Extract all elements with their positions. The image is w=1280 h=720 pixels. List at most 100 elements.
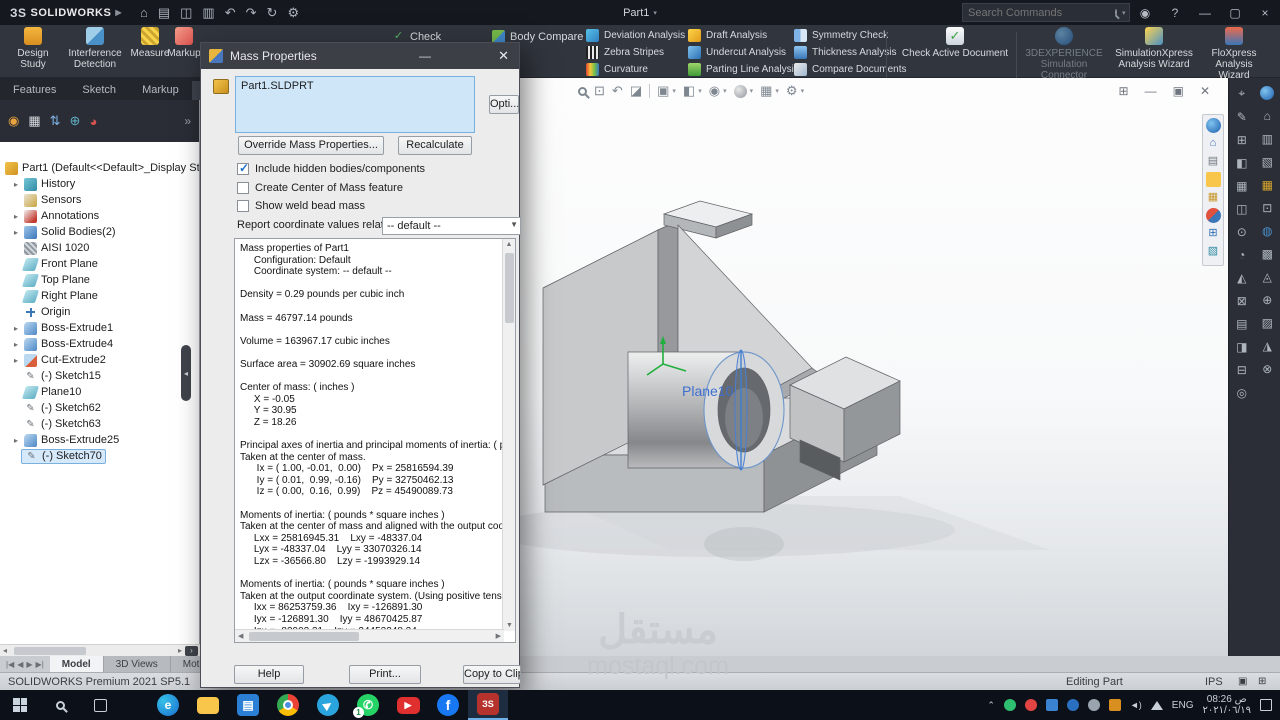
expander-icon[interactable]: ▸ [14, 228, 24, 237]
tree-item-boss-extrude4[interactable]: ▸Boss-Extrude4 [0, 336, 199, 352]
expander-icon[interactable]: ▸ [14, 180, 24, 189]
zebra-stripes-button[interactable]: Zebra Stripes [586, 45, 664, 60]
tree-item-right-plane[interactable]: Right Plane [0, 288, 199, 304]
tray-cloud-icon[interactable] [1088, 699, 1100, 711]
checkbox-include-hidden-bodies[interactable]: Include hidden bodies/components [237, 163, 425, 175]
tray-icon[interactable] [1109, 699, 1121, 711]
dialog-titlebar[interactable]: Mass Properties — ✕ [201, 43, 519, 69]
status-icon[interactable]: ▣ [1238, 676, 1247, 687]
collapse-panel-icon[interactable]: › [185, 646, 198, 656]
checkbox-create-com-feature[interactable]: Create Center of Mass feature [237, 182, 403, 194]
tree-item-sketch15[interactable]: (-) Sketch15 [0, 368, 199, 384]
scrollbar-thumb[interactable] [14, 647, 86, 655]
checkbox-icon[interactable] [237, 163, 249, 175]
tree-root[interactable]: Part1 (Default<<Default>_Display St... [0, 160, 199, 176]
scroll-left-icon[interactable]: ◀ [238, 632, 243, 640]
tree-item-boss-extrude1[interactable]: ▸Boss-Extrude1 [0, 320, 199, 336]
right-toolbar-icon[interactable]: ▧ [1262, 155, 1273, 169]
login-icon[interactable]: ◉ [1130, 6, 1160, 20]
tab-markup[interactable]: Markup [129, 81, 192, 100]
maximize-icon[interactable]: ▢ [1220, 6, 1250, 20]
appearances-icon[interactable] [1206, 208, 1221, 223]
close-icon[interactable]: × [1250, 6, 1280, 20]
display-manager-tab-icon[interactable]: ◕ [89, 114, 97, 129]
tab-3d-views[interactable]: 3D Views [104, 656, 171, 672]
right-toolbar-icon[interactable]: ⊞ [1237, 133, 1247, 147]
tree-item-top-plane[interactable]: Top Plane [0, 272, 199, 288]
checkbox-icon[interactable] [237, 182, 249, 194]
checkbox-show-weld-bead[interactable]: Show weld bead mass [237, 200, 365, 212]
right-toolbar-icon[interactable]: ◔ [1238, 248, 1245, 262]
3dexperience-connector-button[interactable]: 3DEXPERIENCE Simulation Connector [1022, 27, 1106, 81]
interference-detection-button[interactable]: Interference Detection [64, 27, 126, 70]
right-toolbar-icon[interactable]: ◨ [1236, 340, 1247, 354]
design-study-button[interactable]: Design Study [6, 27, 60, 70]
expander-icon[interactable]: ▸ [14, 436, 24, 445]
tray-icon[interactable] [1004, 699, 1016, 711]
tree-item-sketch70[interactable]: (-) Sketch70 [0, 448, 199, 464]
open-icon[interactable]: ▤ [158, 5, 170, 21]
tray-icon[interactable] [1046, 699, 1058, 711]
tab-scroll-last-icon[interactable]: ▶| [36, 660, 44, 669]
print-button[interactable]: Print... [349, 665, 421, 684]
search-input[interactable] [968, 7, 1110, 19]
copy-to-clipboard-button[interactable]: Copy to Clipb... [463, 665, 521, 684]
search-icon[interactable] [1115, 9, 1117, 16]
dialog-close-icon[interactable]: ✕ [498, 48, 509, 64]
file-explorer-pane-icon[interactable] [1206, 172, 1221, 187]
selected-items-box[interactable]: Part1.SLDPRT [235, 76, 475, 133]
start-button[interactable] [0, 690, 40, 720]
right-toolbar-icon[interactable]: ▨ [1262, 316, 1273, 330]
tree-item-solid-bodies[interactable]: ▸Solid Bodies(2) [0, 224, 199, 240]
taskbar-telegram-app[interactable]: ▶ [308, 690, 348, 720]
undercut-analysis-button[interactable]: Undercut Analysis [688, 45, 786, 60]
right-toolbar-icon[interactable]: ⊕ [1262, 293, 1272, 307]
clock[interactable]: 08:26 ص ٢٠٢١/٠٦/١٩ [1202, 694, 1251, 716]
property-manager-tab-icon[interactable]: ▦ [28, 113, 40, 129]
right-toolbar-icon[interactable]: ◎ [1237, 386, 1247, 400]
scroll-up-icon[interactable]: ▲ [503, 239, 515, 248]
tree-item-history[interactable]: ▸History [0, 176, 199, 192]
tab-sketch[interactable]: Sketch [69, 81, 129, 100]
tray-bluetooth-icon[interactable] [1067, 699, 1079, 711]
language-indicator[interactable]: ENG [1172, 700, 1194, 711]
configuration-manager-tab-icon[interactable]: ⇅ [50, 113, 61, 129]
taskbar-chrome-app[interactable] [268, 690, 308, 720]
expander-icon[interactable]: ▸ [14, 356, 24, 365]
tree-horizontal-scrollbar[interactable]: ◂ ▸ › [0, 644, 200, 656]
report-horizontal-scrollbar[interactable]: ◀ ▶ [235, 629, 504, 642]
taskbar-solidworks-app[interactable]: ЗS [468, 690, 508, 720]
mass-properties-report[interactable]: Mass properties of Part1 Configuration: … [234, 238, 516, 643]
scroll-down-icon[interactable]: ▼ [506, 622, 513, 629]
markup-button[interactable]: Markup [164, 27, 204, 59]
right-toolbar-icon[interactable]: ◧ [1236, 156, 1247, 170]
panel-chevron-icon[interactable]: » [184, 114, 191, 128]
custom-properties-icon[interactable]: ⊞ [1206, 226, 1221, 241]
3dexperience-marketplace-icon[interactable] [1206, 118, 1221, 133]
right-toolbar-icon[interactable]: ⊟ [1237, 363, 1247, 377]
tree-item-sketch62[interactable]: (-) Sketch62 [0, 400, 199, 416]
logo-arrow-icon[interactable]: ▶ [115, 8, 122, 17]
tree-item-sensors[interactable]: Sensors [0, 192, 199, 208]
right-toolbar-icon[interactable]: ⊡ [1262, 201, 1272, 215]
tree-item-annotations[interactable]: ▸Annotations [0, 208, 199, 224]
right-toolbar-icon[interactable]: ⊠ [1237, 294, 1247, 308]
right-toolbar-icon[interactable]: ◭ [1237, 271, 1246, 285]
draft-analysis-button[interactable]: Draft Analysis [688, 28, 767, 43]
right-toolbar-icon[interactable]: ▥ [1262, 132, 1273, 146]
simulationxpress-wizard-button[interactable]: SimulationXpress Analysis Wizard [1110, 27, 1198, 70]
status-icon[interactable]: ⊞ [1258, 676, 1266, 687]
network-icon[interactable] [1151, 701, 1163, 710]
toolbox-icon[interactable]: ▦ [1206, 190, 1221, 205]
right-toolbar-icon[interactable]: ◫ [1236, 202, 1247, 216]
taskbar-store-app[interactable]: ▤ [228, 690, 268, 720]
right-toolbar-icon[interactable]: ◬ [1263, 270, 1272, 284]
taskbar-search-button[interactable] [40, 690, 80, 720]
dimxpert-manager-tab-icon[interactable]: ⊕ [70, 113, 81, 129]
tray-icon[interactable] [1025, 699, 1037, 711]
right-toolbar-icon[interactable]: ▩ [1262, 247, 1273, 261]
scroll-left-icon[interactable]: ◂ [0, 646, 7, 655]
checkbox-icon[interactable] [237, 200, 249, 212]
panel-splitter-handle[interactable]: ◂ [181, 345, 191, 401]
right-toolbar-icon[interactable]: ◍ [1262, 224, 1272, 238]
